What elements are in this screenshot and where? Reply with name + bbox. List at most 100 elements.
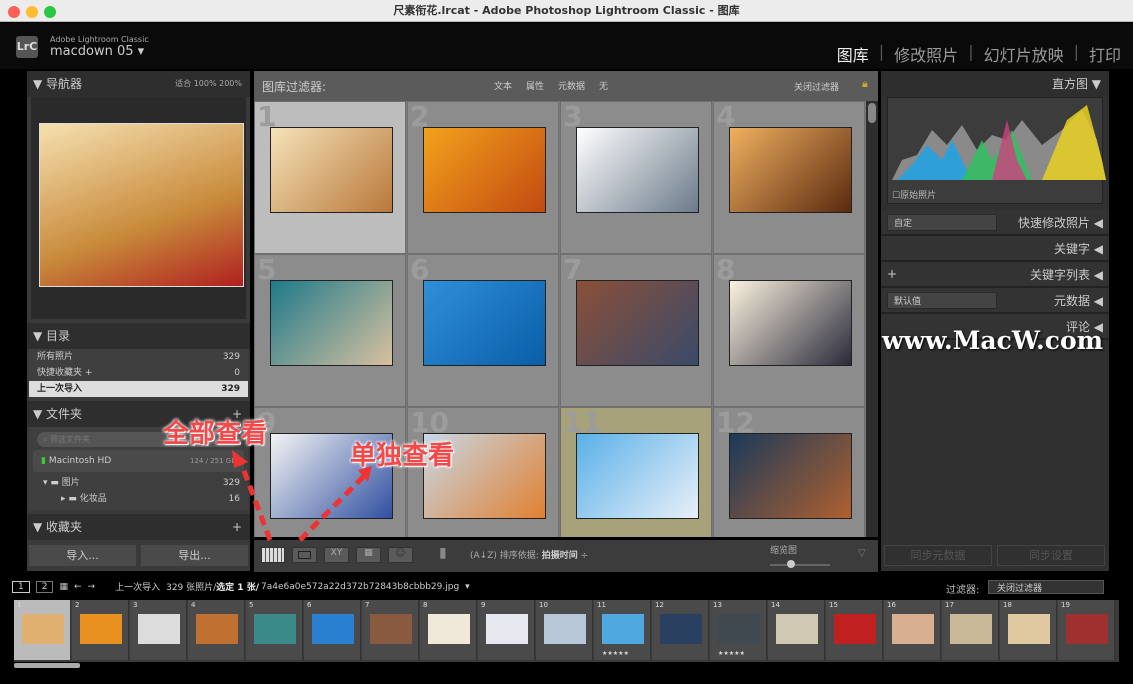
grid-cell[interactable]: 10 (407, 406, 559, 537)
thumb-index: 14 (771, 601, 780, 609)
photo-thumbnail[interactable] (576, 127, 699, 213)
thumb-image (486, 614, 528, 644)
catalog-item[interactable]: 快捷收藏夹 +0 (29, 365, 248, 381)
photo-thumbnail[interactable] (729, 280, 852, 366)
module-slideshow[interactable]: 幻灯片放映 (984, 42, 1064, 66)
volume-macintosh-hd[interactable]: ▮ Macintosh HD 124 / 251 GB (33, 450, 244, 472)
photo-thumbnail[interactable] (729, 127, 852, 213)
grid-cell[interactable]: 8 (713, 253, 865, 407)
filter-select[interactable]: 关闭过滤器 (988, 580, 1104, 594)
filmstrip-thumbnail[interactable]: 18 (1000, 600, 1057, 660)
folder-item[interactable]: ▾ ▬ 图片 329 (29, 475, 248, 491)
close-button[interactable] (8, 6, 20, 18)
user-name[interactable]: macdown 05 ▾ (50, 44, 144, 59)
filmstrip-thumbnail[interactable]: 7 (362, 600, 419, 660)
grid-cell[interactable]: 5 (254, 253, 406, 407)
people-view-button[interactable]: ☺ (388, 547, 413, 563)
grid-cell[interactable]: 1 (254, 101, 406, 254)
original-photo-checkbox[interactable]: ☐原始照片 (892, 188, 936, 201)
collections-header[interactable]: ▼ 收藏夹 + (27, 514, 250, 540)
keywording-header[interactable]: 关键字 ◀ (881, 236, 1109, 262)
photo-thumbnail[interactable] (576, 433, 699, 519)
navigator-header[interactable]: ▼ 导航器 适合 100% 200% (27, 71, 250, 97)
grid-cell[interactable]: 6 (407, 253, 559, 407)
thumb-index: 8 (423, 601, 428, 609)
photo-thumbnail[interactable] (423, 280, 546, 366)
toolbar-menu-icon[interactable]: ▽ (858, 548, 866, 559)
filmstrip-thumbnail[interactable]: 19 (1058, 600, 1115, 660)
filmstrip-thumbnail[interactable]: 9 (478, 600, 535, 660)
grid-cell[interactable]: 12 (713, 406, 865, 537)
minimize-button[interactable] (26, 6, 38, 18)
filter-metadata[interactable]: 元数据 (558, 79, 585, 92)
sync-settings-button[interactable]: 同步设置 (997, 545, 1105, 566)
filmstrip-thumbnail[interactable]: 10 (536, 600, 593, 660)
metadata-header[interactable]: 默认值 元数据 ◀ (881, 288, 1109, 314)
filmstrip-thumbnail[interactable]: 2 (72, 600, 129, 660)
quick-develop-header[interactable]: 自定 快速修改照片 ◀ (881, 210, 1109, 236)
folder-item[interactable]: ▸ ▬ 化妆品 16 (29, 491, 248, 507)
filter-text[interactable]: 文本 (494, 79, 512, 92)
page-1-button[interactable]: 1 (12, 580, 30, 593)
filmstrip-thumbnail[interactable]: 8 (420, 600, 477, 660)
lock-icon[interactable]: 🔒︎ (862, 77, 868, 91)
zoom-200[interactable]: 200% (219, 79, 242, 88)
add-keyword-icon[interactable]: + (887, 267, 897, 281)
filmstrip-thumbnail[interactable]: 6 (304, 600, 361, 660)
filmstrip-thumbnail[interactable]: 16 (884, 600, 941, 660)
grid-cell[interactable]: 4 (713, 101, 865, 254)
photo-thumbnail[interactable] (270, 280, 393, 366)
module-develop[interactable]: 修改照片 (894, 42, 958, 66)
preset-select[interactable]: 自定 (887, 213, 997, 231)
catalog-header[interactable]: ▼ 目录 (27, 323, 250, 349)
lrc-logo: LrC (16, 36, 38, 58)
grid-icon[interactable]: ▦ (59, 582, 68, 592)
histogram-header[interactable]: 直方图 ▼ (881, 71, 1109, 97)
filmstrip-thumbnail[interactable]: 1 (14, 600, 71, 660)
catalog-item[interactable]: 所有照片 329 (29, 349, 248, 365)
photo-thumbnail[interactable] (576, 280, 699, 366)
filmstrip-thumbnail[interactable]: 11 ★★★★★ (594, 600, 651, 660)
filter-none[interactable]: 无 (599, 79, 608, 92)
filmstrip-scrollbar[interactable] (14, 663, 80, 668)
filmstrip-thumbnail[interactable]: 3 (130, 600, 187, 660)
grid-cell[interactable]: 11★★★★★ (560, 406, 712, 537)
photo-thumbnail[interactable] (270, 127, 393, 213)
module-library[interactable]: 图库 (837, 42, 869, 66)
back-arrow-icon[interactable]: ← (74, 582, 82, 592)
grid-cell[interactable]: 3 (560, 101, 712, 254)
sort-control[interactable]: (A↓Z) 排序依据: 拍摄时间 ÷ (470, 548, 588, 561)
catalog-item-selected[interactable]: 上一次导入 329 (29, 381, 248, 397)
filmstrip-thumbnail[interactable]: 17 (942, 600, 999, 660)
filmstrip-thumbnail[interactable]: 13 ★★★★★ (710, 600, 767, 660)
sort-direction-icon: (A↓Z) (470, 551, 497, 561)
painter-icon[interactable]: ▮ (439, 545, 447, 561)
source-label[interactable]: 上一次导入 (115, 580, 160, 593)
grid-scrollbar[interactable] (866, 101, 878, 537)
keyword-list-header[interactable]: + 关键字列表 ◀ (881, 262, 1109, 288)
thumb-image (370, 614, 412, 644)
metadata-select[interactable]: 默认值 (887, 291, 997, 309)
file-name[interactable]: 7a4e6a0e572a22d372b72843b8cbbb29.jpg (261, 582, 459, 592)
import-button[interactable]: 导入... (29, 545, 136, 566)
sync-metadata-button[interactable]: 同步元数据 (884, 545, 992, 566)
navigator-preview[interactable] (31, 97, 246, 319)
grid-cell[interactable]: 2 (407, 101, 559, 254)
module-print[interactable]: 打印 (1089, 42, 1121, 66)
grid-cell[interactable]: 7 (560, 253, 712, 407)
filmstrip-thumbnail[interactable]: 15 (826, 600, 883, 660)
filmstrip-thumbnail[interactable]: 12 (652, 600, 709, 660)
zoom-100[interactable]: 100% (194, 79, 217, 88)
filter-attribute[interactable]: 属性 (526, 79, 544, 92)
photo-thumbnail[interactable] (729, 433, 852, 519)
filmstrip-thumbnail[interactable]: 5 (246, 600, 303, 660)
filmstrip-thumbnail[interactable]: 4 (188, 600, 245, 660)
forward-arrow-icon[interactable]: → (88, 582, 96, 592)
page-2-button[interactable]: 2 (35, 580, 54, 593)
zoom-fit[interactable]: 适合 (175, 79, 191, 88)
filter-preset[interactable]: 关闭过滤器 (794, 80, 839, 93)
photo-thumbnail[interactable] (423, 127, 546, 213)
filmstrip-thumbnail[interactable]: 14 (768, 600, 825, 660)
zoom-button[interactable] (44, 6, 56, 18)
thumbnail-size-slider[interactable] (770, 560, 830, 568)
